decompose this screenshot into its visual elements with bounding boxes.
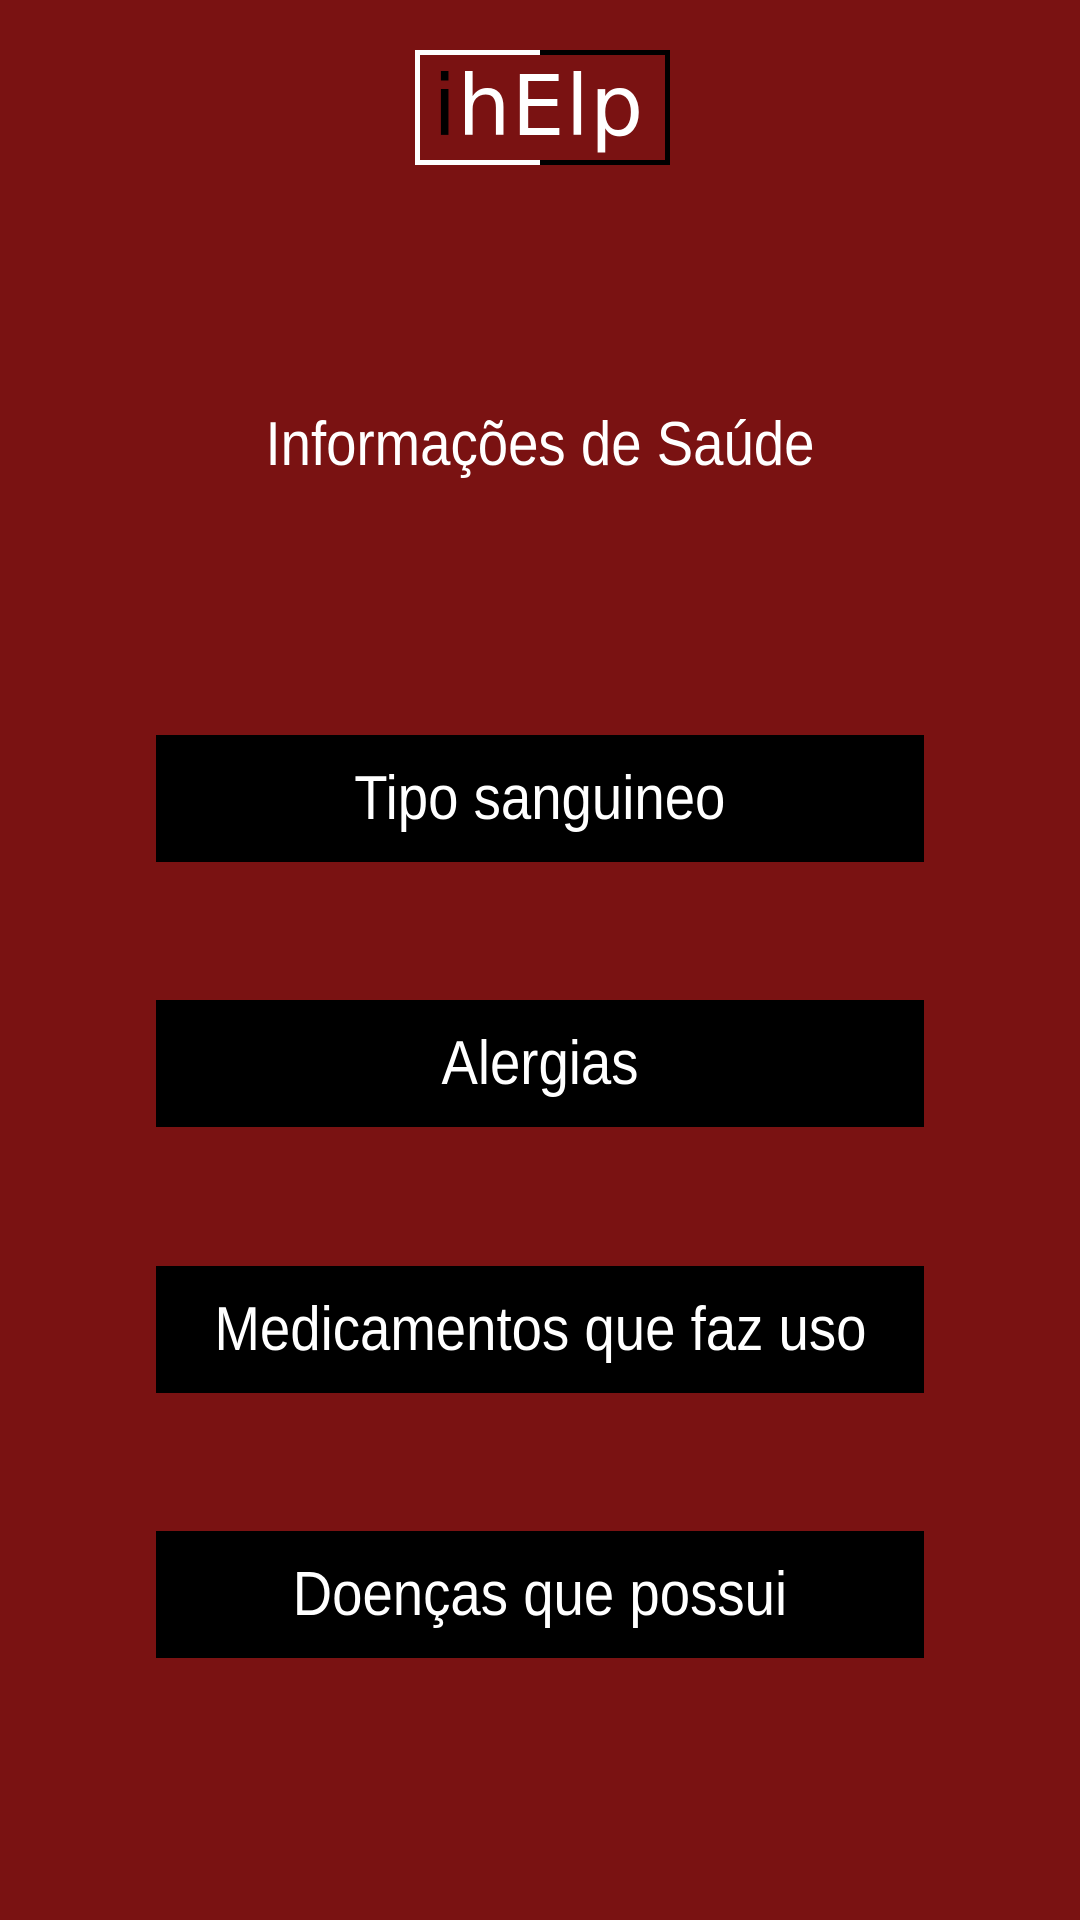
diseases-button-label: Doenças que possui [292, 1560, 788, 1629]
allergies-button-label: Alergias [441, 1029, 639, 1098]
medications-button[interactable]: Medicamentos que faz uso [156, 1266, 924, 1393]
medications-button-label: Medicamentos que faz uso [213, 1295, 867, 1364]
page-title: Informações de Saúde [265, 410, 815, 479]
allergies-button[interactable]: Alergias [156, 1000, 924, 1127]
diseases-button[interactable]: Doenças que possui [156, 1531, 924, 1658]
logo-letter-h: h [457, 57, 512, 155]
logo-letters-rest: Elp [511, 57, 645, 155]
blood-type-button-label: Tipo sanguineo [354, 764, 726, 833]
blood-type-button[interactable]: Tipo sanguineo [156, 735, 924, 862]
logo-letter-i: i [433, 57, 458, 155]
logo-wordmark: i h Elp [433, 56, 644, 156]
ihelp-logo: i h Elp [415, 50, 670, 165]
